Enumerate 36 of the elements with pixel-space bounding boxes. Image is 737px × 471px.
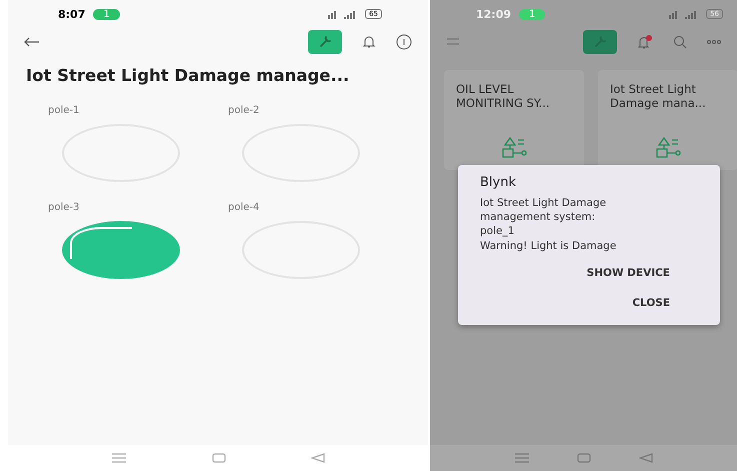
signal-icon: [327, 10, 358, 18]
device-network-icon: [500, 136, 528, 158]
search-icon[interactable]: [673, 35, 687, 49]
home-icon[interactable]: [577, 453, 592, 463]
dialog-message: Iot Street Light Damage management system: pole_1 Warning! Light is Damage: [480, 196, 618, 253]
status-time: 12:09: [476, 8, 512, 20]
pole-label: pole-1: [48, 105, 80, 116]
menu-icon[interactable]: [446, 38, 460, 46]
pole-label: pole-3: [48, 202, 80, 213]
more-icon[interactable]: [707, 40, 721, 44]
back-icon[interactable]: [311, 453, 326, 463]
dialog-title: Blynk: [480, 175, 517, 190]
dialog-button[interactable]: SHOW DEVICE: [580, 262, 676, 283]
device-card[interactable]: OIL LEVEL MONITRING SY...: [444, 70, 584, 170]
device-card[interactable]: Iot Street Light Damage mana...: [598, 70, 737, 170]
wrench-button[interactable]: [308, 30, 342, 54]
status-time: 8:07: [58, 8, 86, 20]
device-name: OIL LEVEL MONITRING SY...: [456, 82, 551, 110]
signal-icon: [668, 10, 698, 18]
menu-icon[interactable]: [110, 453, 127, 463]
menu-icon[interactable]: [514, 453, 530, 463]
back-arrow-icon[interactable]: [24, 37, 40, 47]
bell-icon[interactable]: [637, 34, 653, 50]
call-badge: 1: [519, 8, 546, 20]
info-icon[interactable]: [396, 34, 412, 50]
call-badge: 1: [93, 8, 120, 20]
device-name: Iot Street Light Damage mana...: [610, 82, 707, 110]
dialog-button[interactable]: CLOSE: [626, 292, 676, 313]
device-network-icon: [654, 136, 682, 158]
device-title: Iot Street Light Damage manage...: [26, 66, 350, 85]
wrench-button[interactable]: [583, 30, 617, 54]
pole-label: pole-2: [228, 105, 260, 116]
pole-label: pole-4: [228, 202, 260, 213]
bell-icon[interactable]: [362, 35, 376, 49]
home-icon[interactable]: [212, 453, 226, 463]
back-icon[interactable]: [639, 453, 654, 463]
